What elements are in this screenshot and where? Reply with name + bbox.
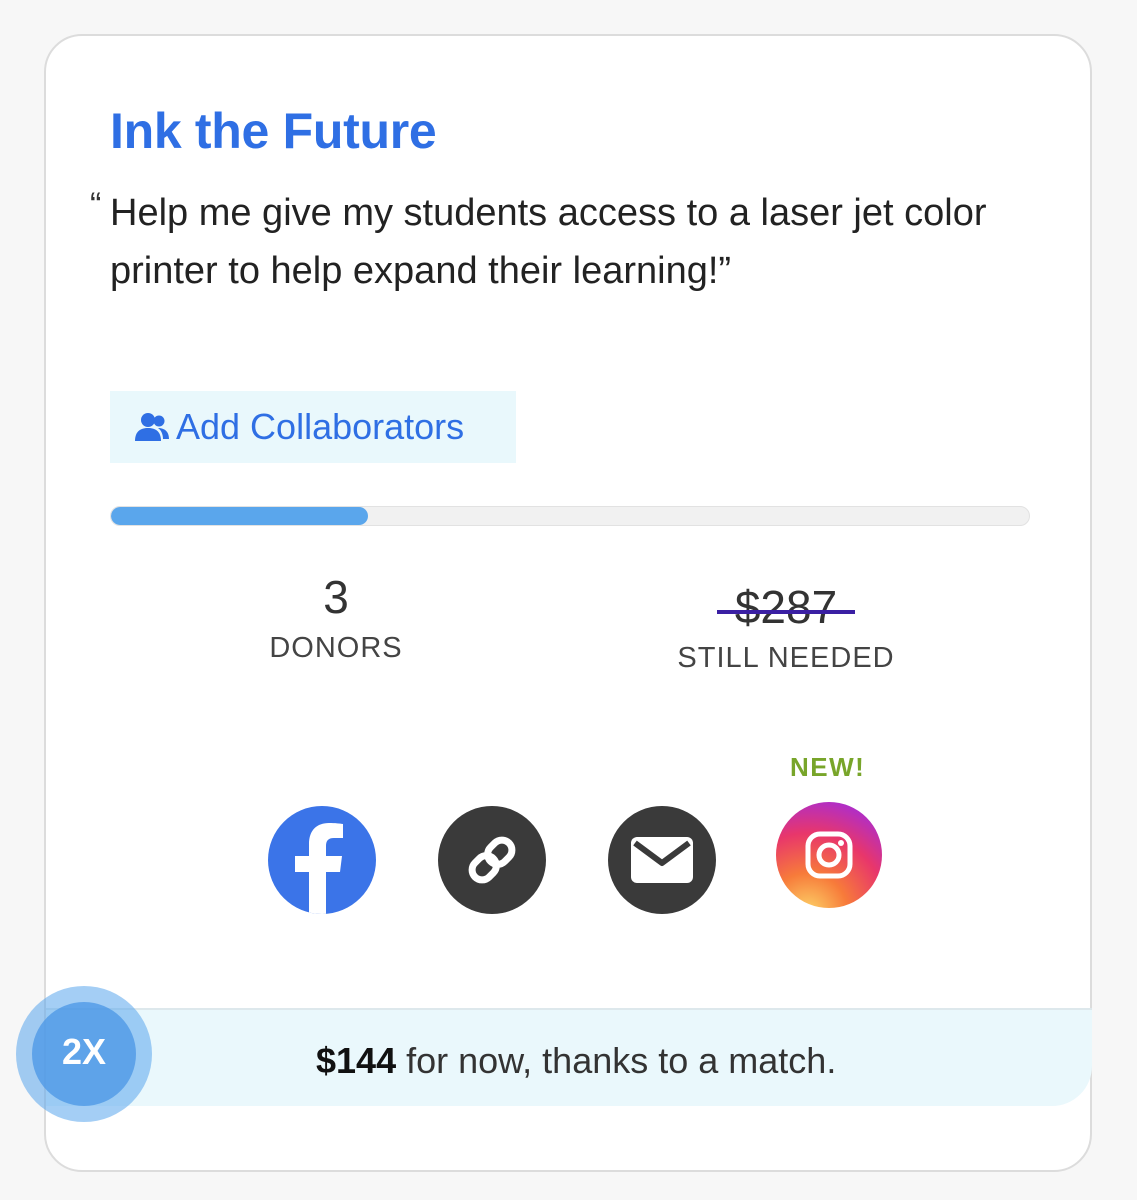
funding-progress-fill bbox=[111, 507, 369, 525]
match-amount: $144 bbox=[316, 1040, 397, 1081]
still-needed-label: STILL NEEDED bbox=[677, 642, 895, 674]
donors-count: 3 bbox=[323, 571, 349, 623]
project-title[interactable]: Ink the Future bbox=[110, 102, 437, 160]
facebook-icon bbox=[268, 806, 376, 914]
quote-open-mark: “ bbox=[90, 186, 102, 224]
donors-label: DONORS bbox=[269, 632, 403, 664]
new-badge: NEW! bbox=[790, 752, 866, 782]
project-card: Ink the Future “ Help me give my student… bbox=[16, 34, 1092, 1172]
match-text: for now, thanks to a match. bbox=[396, 1040, 837, 1081]
add-collaborators-button[interactable]: Add Collaborators bbox=[110, 391, 516, 463]
match-2x-label: 2X bbox=[62, 1031, 106, 1072]
project-quote: Help me give my students access to a las… bbox=[110, 192, 987, 292]
copy-link-button[interactable] bbox=[438, 806, 546, 914]
facebook-share-button[interactable] bbox=[268, 806, 376, 914]
match-message: $144 for now, thanks to a match. bbox=[316, 1040, 836, 1082]
instagram-share-button[interactable] bbox=[776, 802, 882, 908]
add-collaborators-label: Add Collaborators bbox=[176, 406, 465, 447]
funding-progress-bar bbox=[110, 506, 1030, 526]
email-icon bbox=[629, 835, 695, 885]
strikethrough-line bbox=[716, 610, 856, 614]
match-2x-badge: 2X bbox=[10, 986, 158, 1122]
still-needed-amount: $287 bbox=[734, 581, 838, 633]
match-banner: $144 for now, thanks to a match. bbox=[46, 1008, 1092, 1106]
email-share-button[interactable] bbox=[608, 806, 716, 914]
users-icon bbox=[134, 411, 170, 443]
donors-stat: 3 DONORS bbox=[236, 572, 436, 665]
instagram-icon bbox=[804, 830, 854, 880]
link-icon bbox=[462, 830, 522, 890]
still-needed-stat: $287 STILL NEEDED bbox=[656, 582, 916, 675]
